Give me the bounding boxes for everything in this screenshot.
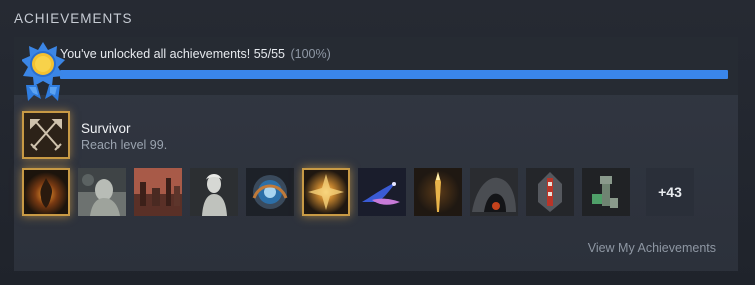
completion-badge-icon: [22, 39, 68, 109]
featured-achievement-name: Survivor: [81, 121, 131, 136]
crossed-blades-icon[interactable]: [22, 111, 70, 159]
progress-message: You've unlocked all achievements! 55/55: [60, 47, 285, 61]
progress-fill: [60, 70, 728, 79]
blue-dragon-achievement-icon[interactable]: [358, 168, 406, 216]
dark-cavern-achievement-icon[interactable]: [470, 168, 518, 216]
progress-header: You've unlocked all achievements! 55/55 …: [14, 37, 738, 95]
more-achievements-count[interactable]: +43: [646, 168, 694, 216]
green-relic-achievement-icon[interactable]: [582, 168, 630, 216]
golden-burst-achievement-icon[interactable]: [302, 168, 350, 216]
progress-percent: (100%): [290, 47, 331, 61]
dark-flame-achievement-icon[interactable]: [22, 168, 70, 216]
progress-bar: [60, 70, 728, 79]
featured-achievement-description: Reach level 99.: [81, 138, 168, 152]
section-title: ACHIEVEMENTS: [14, 11, 133, 26]
achievements-panel: You've unlocked all achievements! 55/55 …: [14, 37, 738, 271]
achievements-widget: ACHIEVEMENTS You've unlocked all achieve…: [0, 0, 755, 285]
ruined-city-achievement-icon[interactable]: [134, 168, 182, 216]
golden-spear-achievement-icon[interactable]: [414, 168, 462, 216]
blue-orb-achievement-icon[interactable]: [246, 168, 294, 216]
view-my-achievements-link[interactable]: View My Achievements: [588, 241, 716, 255]
red-crystal-achievement-icon[interactable]: [526, 168, 574, 216]
pale-statue-achievement-icon[interactable]: [190, 168, 238, 216]
stone-figure-achievement-icon[interactable]: [78, 168, 126, 216]
progress-text: You've unlocked all achievements! 55/55 …: [60, 47, 331, 61]
